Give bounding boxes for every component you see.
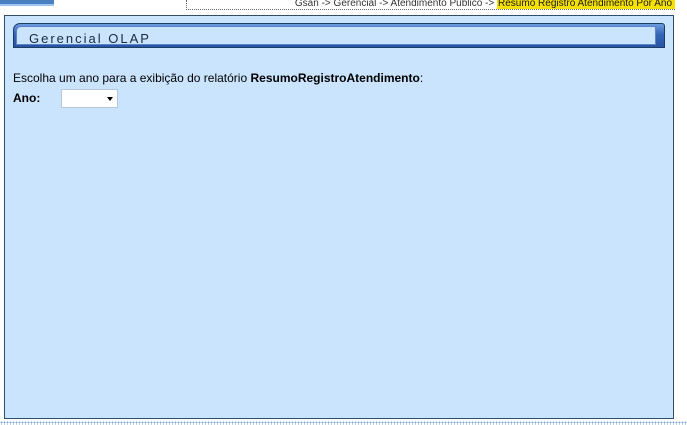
year-label: Ano:	[13, 91, 41, 105]
breadcrumb-separator: ->	[482, 0, 498, 9]
panel-title: Gerencial OLAP	[29, 31, 151, 46]
breadcrumb-item-gerencial[interactable]: Gerencial	[334, 0, 377, 9]
breadcrumb-item-gsan[interactable]: Gsan	[295, 0, 319, 9]
year-select[interactable]	[61, 89, 118, 108]
breadcrumb-item-atendimento-publico[interactable]: Atendimento Publico	[391, 0, 483, 9]
breadcrumb: Gsan -> Gerencial -> Atendimento Publico…	[186, 0, 675, 10]
bottom-dotted-strip	[0, 421, 687, 425]
panel-header-inner: Gerencial OLAP	[16, 26, 656, 46]
instruction-text: Escolha um ano para a exibição do relató…	[13, 71, 423, 85]
panel-header: Gerencial OLAP	[13, 23, 665, 48]
main-panel: Gerencial OLAP Escolha um ano para a exi…	[4, 15, 674, 419]
chevron-down-icon	[107, 97, 113, 101]
breadcrumb-separator: ->	[318, 0, 334, 9]
breadcrumb-separator: ->	[376, 0, 391, 9]
breadcrumb-current: Resumo Registro Atendimento Por Ano	[497, 0, 675, 9]
instruction-prefix: Escolha um ano para a exibição do relató…	[13, 71, 251, 85]
top-accent-bar-light	[0, 4, 54, 6]
report-name: ResumoRegistroAtendimento	[250, 71, 420, 85]
instruction-suffix: :	[419, 71, 424, 85]
